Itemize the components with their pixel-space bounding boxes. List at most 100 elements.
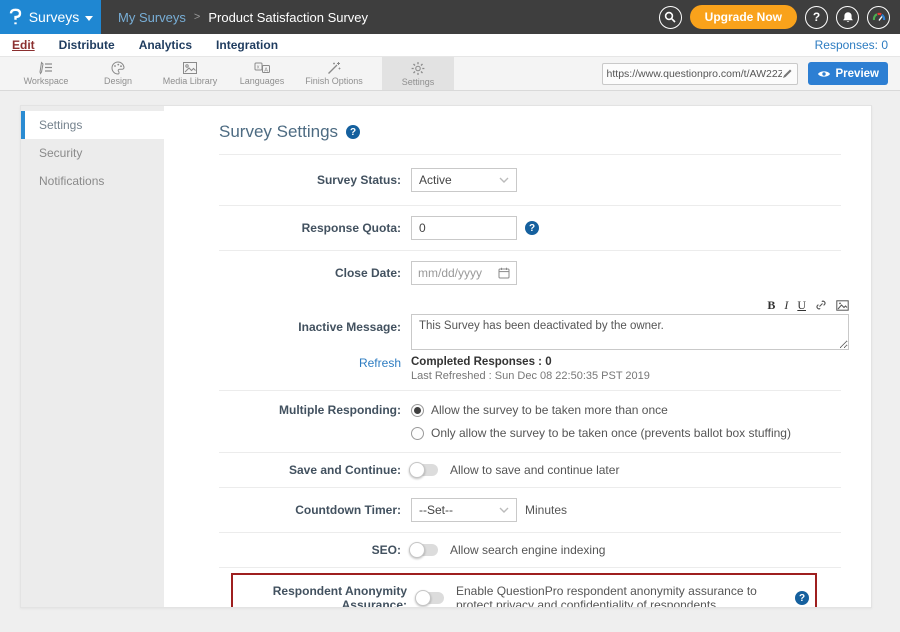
countdown-timer-suffix: Minutes <box>525 503 567 517</box>
svg-text:x: x <box>256 65 259 71</box>
sidebar-item-settings[interactable]: Settings <box>21 111 164 139</box>
close-date-field[interactable] <box>411 261 517 285</box>
seo-toggle[interactable] <box>411 544 438 556</box>
insert-image-icon[interactable] <box>836 300 849 311</box>
gear-icon <box>410 61 426 76</box>
survey-url-box <box>602 63 798 85</box>
format-toolbar: B I U <box>411 299 849 314</box>
breadcrumb-parent[interactable]: My Surveys <box>118 10 186 25</box>
link-icon[interactable] <box>815 299 827 311</box>
bold-button[interactable]: B <box>767 299 775 311</box>
underline-button[interactable]: U <box>797 299 806 311</box>
countdown-timer-row: Countdown Timer: --Set-- Minutes <box>219 488 841 533</box>
workspace-icon <box>38 61 54 75</box>
breadcrumb-separator: > <box>194 11 200 23</box>
countdown-timer-select[interactable]: --Set-- <box>411 498 517 522</box>
calendar-icon[interactable] <box>498 267 510 279</box>
anonymity-help-icon[interactable]: ? <box>795 591 809 605</box>
radio-allow-once-label: Only allow the survey to be taken once (… <box>431 426 791 440</box>
inactive-message-label: Inactive Message: <box>219 320 401 334</box>
palette-icon <box>110 61 126 75</box>
survey-url-input[interactable] <box>607 68 782 80</box>
multiple-responding-label: Multiple Responding: <box>219 403 401 417</box>
search-button[interactable] <box>659 6 682 29</box>
save-continue-row: Save and Continue: Allow to save and con… <box>219 453 841 488</box>
survey-subnav: Edit Distribute Analytics Integration Re… <box>0 34 900 57</box>
toolbar-tab-label: Workspace <box>24 76 69 86</box>
multiple-responding-row: Multiple Responding: Allow the survey to… <box>219 391 841 453</box>
completed-responses-text: Completed Responses : 0 <box>411 356 552 368</box>
toolbar-tab-media-library[interactable]: Media Library <box>154 57 226 90</box>
refresh-link[interactable]: Refresh <box>359 356 401 370</box>
survey-status-row: Survey Status: Active <box>219 155 841 206</box>
gauge-icon <box>872 11 886 23</box>
tab-integration[interactable]: Integration <box>216 38 278 52</box>
radio-selected-icon[interactable] <box>411 404 424 417</box>
notifications-button[interactable] <box>836 6 859 29</box>
toolbar-tab-design[interactable]: Design <box>82 57 154 90</box>
preview-button[interactable]: Preview <box>808 62 888 85</box>
close-date-input[interactable] <box>418 266 494 280</box>
radio-allow-multiple[interactable]: Allow the survey to be taken more than o… <box>411 403 791 417</box>
radio-unselected-icon[interactable] <box>411 427 424 440</box>
upgrade-button[interactable]: Upgrade Now <box>690 5 797 29</box>
response-quota-input[interactable] <box>411 216 517 240</box>
tab-analytics[interactable]: Analytics <box>139 38 192 52</box>
toolbar-tab-label: Languages <box>240 76 285 86</box>
eye-icon <box>817 69 831 79</box>
toolbar-tab-finish-options[interactable]: Finish Options <box>298 57 370 90</box>
inactive-message-block: B I U Inactive Message: <box>219 295 841 391</box>
radio-allow-once[interactable]: Only allow the survey to be taken once (… <box>411 426 791 440</box>
tab-distribute[interactable]: Distribute <box>59 38 115 52</box>
settings-content: Survey Settings ? Survey Status: Active … <box>164 106 871 607</box>
countdown-timer-value: --Set-- <box>419 503 453 517</box>
survey-status-select[interactable]: Active <box>411 168 517 192</box>
seo-label: SEO: <box>219 543 401 557</box>
responses-count[interactable]: Responses: 0 <box>815 38 888 52</box>
page-title: Survey Settings <box>219 122 338 142</box>
save-continue-toggle[interactable] <box>411 464 438 476</box>
survey-status-label: Survey Status: <box>219 173 401 187</box>
italic-button[interactable]: I <box>784 299 788 311</box>
anonymity-label: Respondent Anonymity Assurance: <box>239 584 407 607</box>
tab-edit[interactable]: Edit <box>12 38 35 52</box>
translate-icon: x A <box>254 61 271 75</box>
help-button[interactable]: ? <box>805 6 828 29</box>
settings-sidebar: Settings Security Notifications <box>21 106 164 607</box>
sidebar-item-security[interactable]: Security <box>21 139 164 167</box>
breadcrumb-current: Product Satisfaction Survey <box>208 10 368 25</box>
chevron-down-icon <box>499 507 509 513</box>
account-meter-button[interactable] <box>867 6 890 29</box>
radio-allow-multiple-label: Allow the survey to be taken more than o… <box>431 403 668 417</box>
chevron-down-icon <box>499 177 509 183</box>
response-quota-help-icon[interactable]: ? <box>525 221 539 235</box>
title-help-icon[interactable]: ? <box>346 125 360 139</box>
toolbar-tab-settings[interactable]: Settings <box>382 57 454 90</box>
edit-toolbar: Workspace Design Media Library x A Langu… <box>0 57 900 91</box>
sidebar-item-notifications[interactable]: Notifications <box>21 167 164 195</box>
anonymity-highlight-box: Respondent Anonymity Assurance: Enable Q… <box>231 573 817 607</box>
toolbar-tab-languages[interactable]: x A Languages <box>226 57 298 90</box>
anonymity-toggle[interactable] <box>417 592 444 604</box>
save-continue-label: Save and Continue: <box>219 463 401 477</box>
image-icon <box>182 61 198 75</box>
brand-product-label: Surveys <box>29 9 80 25</box>
brand-menu[interactable]: Surveys <box>0 0 101 34</box>
inactive-message-textarea[interactable]: This Survey has been deactivated by the … <box>411 314 849 350</box>
search-icon <box>664 11 676 23</box>
last-refreshed-text: Last Refreshed : Sun Dec 08 22:50:35 PST… <box>411 370 650 382</box>
save-continue-description: Allow to save and continue later <box>450 463 619 477</box>
seo-description: Allow search engine indexing <box>450 543 605 557</box>
response-quota-row: Response Quota: ? <box>219 206 841 251</box>
toolbar-tab-label: Settings <box>402 77 435 87</box>
close-date-label: Close Date: <box>219 266 401 280</box>
svg-text:A: A <box>264 67 268 73</box>
toolbar-tab-workspace[interactable]: Workspace <box>10 57 82 90</box>
seo-row: SEO: Allow search engine indexing <box>219 533 841 567</box>
edit-pencil-icon[interactable] <box>782 68 793 79</box>
survey-status-value: Active <box>419 173 452 187</box>
response-quota-label: Response Quota: <box>219 221 401 235</box>
countdown-timer-label: Countdown Timer: <box>219 503 401 517</box>
top-header: Surveys My Surveys > Product Satisfactio… <box>0 0 900 34</box>
anonymity-description: Enable QuestionPro respondent anonymity … <box>456 584 787 607</box>
